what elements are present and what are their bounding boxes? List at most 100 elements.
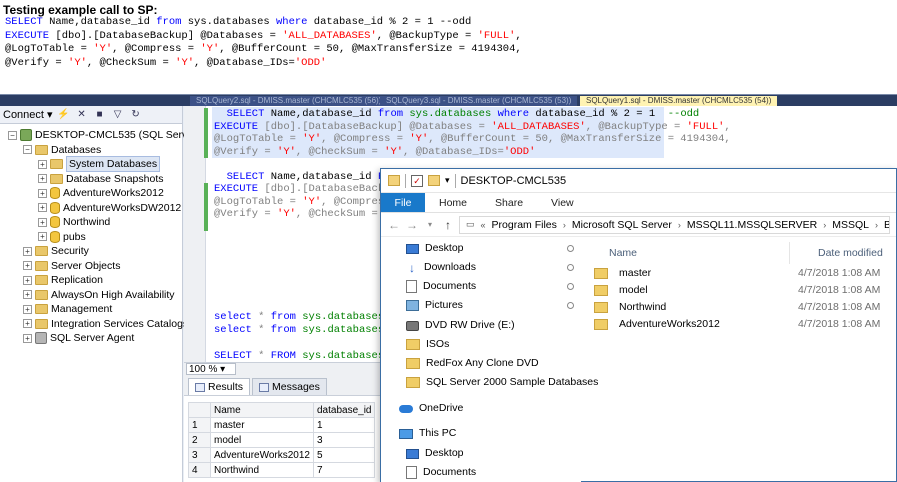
results-grid[interactable]: Name database_id 1 master 1 2 model 3 3 Adventu… [188, 402, 376, 478]
breadcrumb-item[interactable]: MSSQL [832, 219, 869, 231]
column-header-name[interactable]: Name [210, 402, 314, 418]
pin-icon[interactable] [567, 302, 574, 309]
expand-icon[interactable]: + [38, 203, 47, 212]
nav-item[interactable]: SQL Server 2000 Sample Databases [406, 373, 598, 392]
collapse-icon[interactable]: − [8, 130, 17, 140]
breadcrumb-item[interactable]: Backup [884, 219, 889, 231]
refresh-icon[interactable]: ↻ [129, 108, 143, 121]
column-header-name[interactable]: Name [609, 247, 637, 259]
tree-node[interactable]: + AdventureWorksDW2012 [38, 201, 181, 215]
nav-item[interactable]: OneDrive [399, 399, 463, 418]
table-row[interactable]: 3 AdventureWorks2012 5 [188, 447, 376, 463]
nav-item[interactable]: Desktop [406, 239, 464, 258]
pin-icon[interactable] [567, 245, 574, 252]
tab-messages[interactable]: Messages [252, 378, 327, 395]
expand-icon[interactable]: + [38, 174, 47, 183]
cell-database-id[interactable]: 1 [312, 417, 376, 433]
breadcrumb-separator-icon[interactable]: › [823, 220, 826, 230]
cell-name[interactable]: master [210, 417, 314, 433]
expand-icon[interactable]: + [23, 275, 32, 285]
file-row[interactable]: Northwind 4/7/2018 1:08 AM [589, 299, 897, 316]
expand-icon[interactable]: + [23, 319, 32, 328]
tree-node[interactable]: + System Databases [38, 156, 161, 172]
zoom-dropdown[interactable]: 100 % ▾ [186, 363, 237, 375]
tab-query3[interactable]: SQLQuery3.sql - DMISS.master (CHCMLC535 … [380, 96, 578, 106]
properties-icon[interactable]: ✓ [411, 174, 423, 187]
tab-results[interactable]: Results [188, 378, 251, 395]
address-bar[interactable]: ▭ « Program Files › Microsoft SQL Server › M… [459, 215, 890, 234]
table-row[interactable]: 1 master 1 [188, 417, 376, 433]
cell-database-id[interactable]: 5 [312, 447, 376, 463]
ribbon-tab-view[interactable]: View [537, 193, 588, 212]
expand-icon[interactable]: + [23, 261, 32, 270]
table-row[interactable]: 2 model 3 [188, 432, 376, 448]
recent-locations-icon[interactable]: ▾ [423, 220, 437, 229]
cell-name[interactable]: Northwind [210, 462, 314, 478]
tree-node[interactable]: + Server Objects [23, 259, 120, 273]
expand-icon[interactable]: + [23, 246, 32, 256]
breadcrumb-separator-icon[interactable]: › [678, 220, 681, 230]
tree-node[interactable]: + Northwind [38, 215, 110, 229]
tree-node[interactable]: + Integration Services Catalogs [23, 317, 188, 331]
breadcrumb-item[interactable]: Microsoft SQL Server [572, 219, 672, 231]
table-row[interactable]: 4 Northwind 7 [188, 462, 376, 478]
row-number[interactable]: 4 [188, 462, 211, 478]
tree-node[interactable]: + Management [23, 302, 112, 316]
tree-node[interactable]: + Database Snapshots [38, 172, 163, 186]
nav-item[interactable]: Pictures [406, 296, 463, 315]
row-number[interactable]: 3 [188, 447, 211, 463]
disconnect-icon[interactable]: ✕ [75, 108, 89, 121]
new-folder-icon[interactable] [428, 175, 440, 186]
nav-item[interactable]: Desktop [406, 444, 464, 463]
expand-icon[interactable]: + [23, 290, 32, 299]
filter-icon[interactable]: ▽ [111, 108, 125, 121]
quick-access-dropdown-icon[interactable]: ▾ [445, 175, 450, 186]
stop-icon[interactable]: ■ [93, 108, 107, 121]
nav-item[interactable]: DVD RW Drive (E:) [406, 316, 515, 335]
cell-database-id[interactable]: 3 [312, 432, 376, 448]
ribbon-tab-file[interactable]: File [381, 193, 425, 212]
file-row[interactable]: master 4/7/2018 1:08 AM [589, 265, 897, 282]
cell-name[interactable]: AdventureWorks2012 [210, 447, 314, 463]
nav-item[interactable]: ↓ Downloads [406, 258, 476, 277]
connect-button[interactable]: Connect ▾ [3, 108, 53, 121]
breadcrumb-item[interactable]: MSSQL11.MSSQLSERVER [687, 219, 817, 231]
tree-node[interactable]: + Replication [23, 273, 103, 287]
cell-name[interactable]: model [210, 432, 314, 448]
overflow-chevron-icon[interactable]: « [481, 220, 486, 230]
ribbon-tab-home[interactable]: Home [425, 193, 481, 212]
row-number[interactable]: 2 [188, 432, 211, 448]
column-header-database-id[interactable]: database_id [312, 402, 376, 418]
nav-item[interactable]: This PC [399, 424, 456, 443]
nav-item[interactable]: ISOs [406, 335, 449, 354]
collapse-icon[interactable]: − [23, 145, 32, 154]
cell-database-id[interactable]: 7 [312, 462, 376, 478]
pin-icon[interactable] [567, 264, 574, 271]
ribbon-tab-share[interactable]: Share [481, 193, 537, 212]
expand-icon[interactable]: + [38, 232, 47, 241]
expand-icon[interactable]: + [38, 159, 47, 169]
nav-item[interactable]: Documents [406, 463, 476, 482]
expand-icon[interactable]: + [38, 188, 47, 198]
forward-icon[interactable]: → [405, 218, 419, 232]
tree-node[interactable]: + pubs [38, 230, 86, 244]
connect-icon[interactable]: ⚡ [57, 108, 71, 121]
tree-node[interactable]: + AlwaysOn High Availability [23, 288, 175, 302]
expand-icon[interactable]: + [38, 217, 47, 227]
pin-icon[interactable] [567, 283, 574, 290]
tree-node[interactable]: + SQL Server Agent [23, 331, 134, 345]
up-icon[interactable]: ↑ [441, 218, 455, 232]
folder-icon[interactable] [388, 175, 400, 186]
back-icon[interactable]: ← [387, 218, 401, 232]
breadcrumb-separator-icon[interactable]: › [563, 220, 566, 230]
file-row[interactable]: model 4/7/2018 1:08 AM [589, 282, 897, 299]
nav-item[interactable]: Documents [406, 277, 476, 296]
breadcrumb-separator-icon[interactable]: › [875, 220, 878, 230]
nav-item[interactable]: RedFox Any Clone DVD [406, 354, 539, 373]
breadcrumb-item[interactable]: Program Files [492, 219, 557, 231]
tab-query2[interactable]: SQLQuery2.sql - DMISS.master (CHCMLC535 … [190, 96, 388, 106]
row-number[interactable]: 1 [188, 417, 211, 433]
expand-icon[interactable]: + [23, 304, 32, 314]
tab-query1[interactable]: SQLQuery1.sql - DMISS.master (CHCMLC535 … [580, 96, 778, 106]
tree-node[interactable]: + AdventureWorks2012 [38, 186, 164, 200]
